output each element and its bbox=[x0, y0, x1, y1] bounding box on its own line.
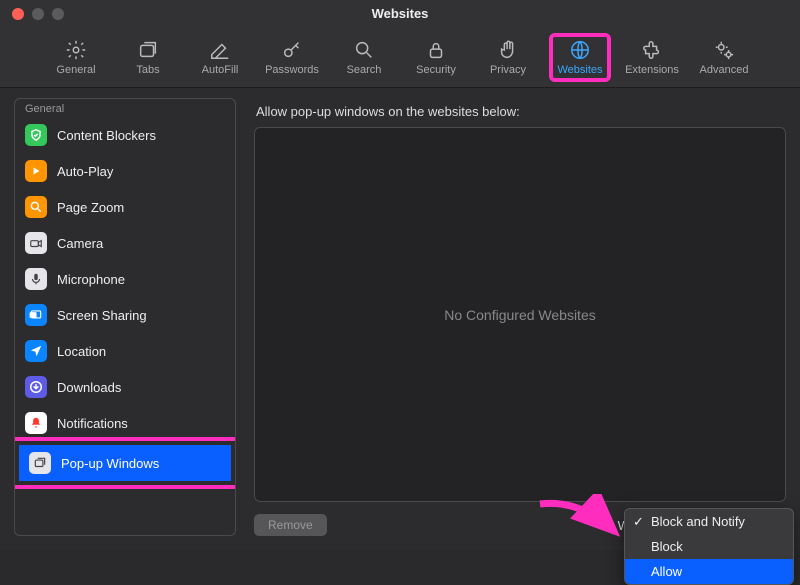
websites-list[interactable]: No Configured Websites bbox=[254, 127, 786, 502]
tab-tabs[interactable]: Tabs bbox=[117, 39, 179, 76]
sidebar-item-label: Screen Sharing bbox=[57, 308, 147, 323]
sidebar-item-notifications[interactable]: Notifications bbox=[15, 405, 235, 441]
puzzle-icon bbox=[641, 39, 663, 61]
search-icon bbox=[353, 39, 375, 61]
tab-label: Websites bbox=[557, 64, 602, 76]
sidebar-item-label: Notifications bbox=[57, 416, 128, 431]
location-icon bbox=[25, 340, 47, 362]
sidebar-item-label: Camera bbox=[57, 236, 103, 251]
sidebar-item-popup-windows[interactable]: Pop-up Windows bbox=[19, 445, 231, 481]
tab-label: Search bbox=[347, 64, 382, 76]
sidebar-item-auto-play[interactable]: Auto-Play bbox=[15, 153, 235, 189]
tab-security[interactable]: Security bbox=[405, 39, 467, 76]
dropdown-option-label: Allow bbox=[651, 564, 682, 579]
window-title: Websites bbox=[0, 6, 800, 21]
sidebar: General Content Blockers Auto-Play Page … bbox=[14, 98, 236, 536]
dropdown-option-block[interactable]: Block bbox=[625, 534, 793, 559]
gear-icon bbox=[65, 39, 87, 61]
camera-icon bbox=[25, 232, 47, 254]
download-icon bbox=[25, 376, 47, 398]
sidebar-item-camera[interactable]: Camera bbox=[15, 225, 235, 261]
microphone-icon bbox=[25, 268, 47, 290]
main-heading: Allow pop-up windows on the websites bel… bbox=[256, 104, 786, 119]
tab-search[interactable]: Search bbox=[333, 39, 395, 76]
tab-label: General bbox=[56, 64, 95, 76]
sidebar-item-downloads[interactable]: Downloads bbox=[15, 369, 235, 405]
lock-icon bbox=[425, 39, 447, 61]
dropdown-option-block-and-notify[interactable]: Block and Notify bbox=[625, 509, 793, 534]
sidebar-item-label: Location bbox=[57, 344, 106, 359]
screen-sharing-icon bbox=[25, 304, 47, 326]
tab-passwords[interactable]: Passwords bbox=[261, 39, 323, 76]
main-panel: Allow pop-up windows on the websites bel… bbox=[254, 98, 786, 536]
remove-button[interactable]: Remove bbox=[254, 514, 327, 536]
titlebar: Websites bbox=[0, 0, 800, 28]
sidebar-item-label: Microphone bbox=[57, 272, 125, 287]
popup-windows-icon bbox=[29, 452, 51, 474]
sidebar-item-location[interactable]: Location bbox=[15, 333, 235, 369]
other-websites-dropdown[interactable]: Block and Notify Block Allow bbox=[624, 508, 794, 585]
tab-label: AutoFill bbox=[202, 64, 239, 76]
sidebar-item-label: Content Blockers bbox=[57, 128, 156, 143]
empty-state-text: No Configured Websites bbox=[444, 307, 595, 323]
tab-extensions[interactable]: Extensions bbox=[621, 39, 683, 76]
tab-advanced[interactable]: Advanced bbox=[693, 39, 755, 76]
zoom-icon bbox=[25, 196, 47, 218]
dropdown-option-allow[interactable]: Allow bbox=[625, 559, 793, 584]
sidebar-section-header: General bbox=[15, 99, 235, 117]
sidebar-item-label: Pop-up Windows bbox=[61, 456, 159, 471]
sidebar-item-label: Page Zoom bbox=[57, 200, 124, 215]
tab-label: Tabs bbox=[136, 64, 159, 76]
sidebar-item-microphone[interactable]: Microphone bbox=[15, 261, 235, 297]
tab-label: Privacy bbox=[490, 64, 526, 76]
dropdown-option-label: Block bbox=[651, 539, 683, 554]
gears-icon bbox=[713, 39, 735, 61]
annotation-arrow-icon bbox=[535, 494, 625, 544]
tab-general[interactable]: General bbox=[45, 39, 107, 76]
tab-privacy[interactable]: Privacy bbox=[477, 39, 539, 76]
sidebar-item-label: Downloads bbox=[57, 380, 121, 395]
tab-label: Extensions bbox=[625, 64, 679, 76]
tab-label: Advanced bbox=[700, 64, 749, 76]
key-icon bbox=[281, 39, 303, 61]
play-icon bbox=[25, 160, 47, 182]
shield-check-icon bbox=[25, 124, 47, 146]
sidebar-item-screen-sharing[interactable]: Screen Sharing bbox=[15, 297, 235, 333]
sidebar-item-label: Auto-Play bbox=[57, 164, 113, 179]
pencil-icon bbox=[209, 39, 231, 61]
preferences-toolbar: General Tabs AutoFill Passwords Search S… bbox=[0, 28, 800, 88]
sidebar-item-content-blockers[interactable]: Content Blockers bbox=[15, 117, 235, 153]
dropdown-option-label: Block and Notify bbox=[651, 514, 745, 529]
hand-icon bbox=[497, 39, 519, 61]
sidebar-item-page-zoom[interactable]: Page Zoom bbox=[15, 189, 235, 225]
globe-icon bbox=[569, 39, 591, 61]
tab-label: Security bbox=[416, 64, 456, 76]
bell-icon bbox=[25, 412, 47, 434]
tabs-icon bbox=[137, 39, 159, 61]
tab-autofill[interactable]: AutoFill bbox=[189, 39, 251, 76]
tab-label: Passwords bbox=[265, 64, 319, 76]
tab-websites[interactable]: Websites bbox=[549, 33, 611, 82]
